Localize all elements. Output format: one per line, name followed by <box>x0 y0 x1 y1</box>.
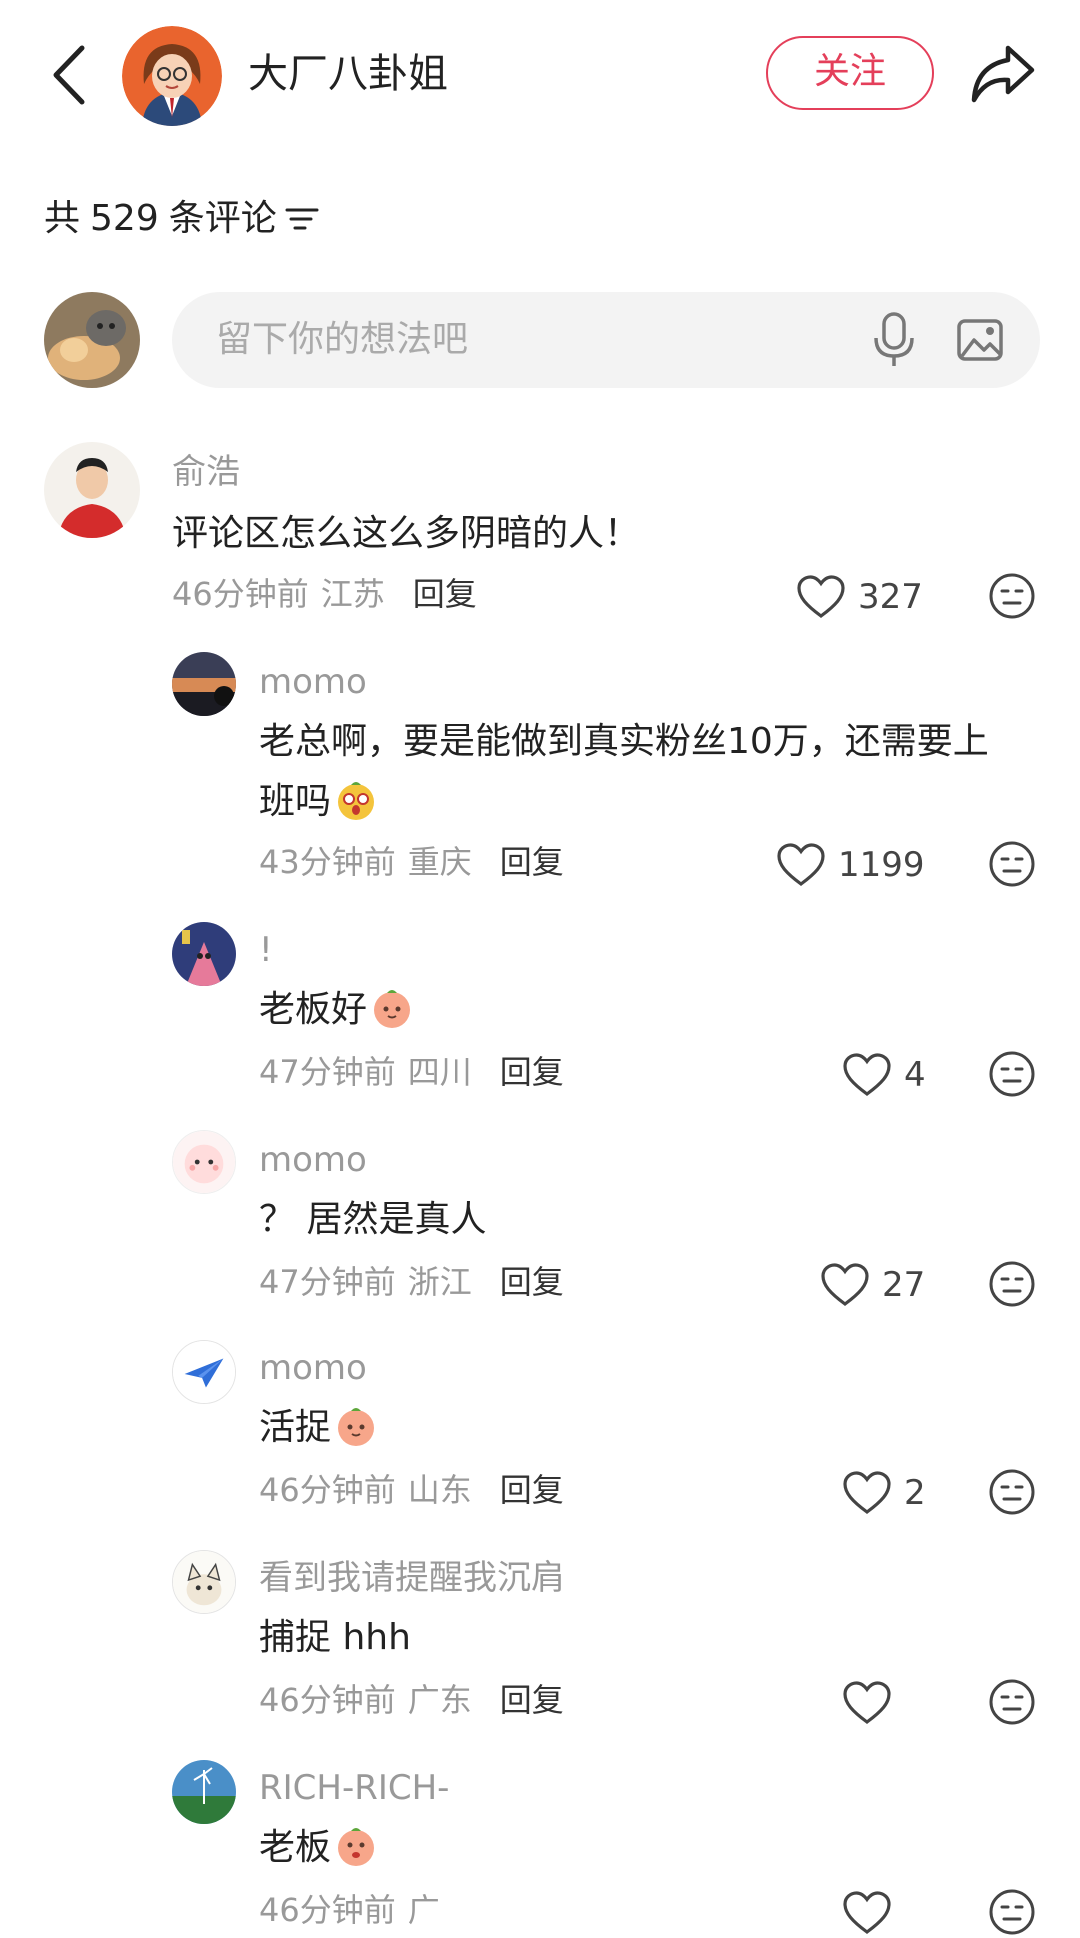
comment-text: 老总啊，要是能做到真实粉丝10万，还需要上 <box>259 721 989 762</box>
peach-emoji-icon <box>338 1828 375 1866</box>
comment-location: 四川 <box>407 1053 472 1091</box>
peach-emoji-icon <box>338 1408 375 1446</box>
image-icon[interactable] <box>956 318 1004 362</box>
heart-icon <box>797 575 845 618</box>
neutral-face-icon[interactable] <box>988 840 1036 888</box>
comment-text: 捕捉 hhh <box>259 1617 411 1658</box>
avatar[interactable] <box>172 652 236 716</box>
surprised-emoji-icon <box>338 782 375 820</box>
comment-location: 江苏 <box>320 575 385 613</box>
author-avatar[interactable] <box>122 26 222 126</box>
like-count: 2 <box>904 1473 926 1513</box>
neutral-face-icon[interactable] <box>988 1260 1036 1308</box>
comment-time: 47分钟前 <box>259 1263 396 1301</box>
like-button[interactable]: 2 <box>842 1468 926 1518</box>
neutral-face-icon[interactable] <box>988 572 1036 620</box>
comment-location: 广 <box>407 1891 440 1929</box>
heart-icon <box>843 1053 891 1096</box>
comment-text: 评论区怎么这么多阴暗的人！ <box>172 513 641 554</box>
comment-time: 46分钟前 <box>259 1891 396 1929</box>
comment-meta: 47分钟前 浙江 回复 <box>259 1260 564 1304</box>
reply-button[interactable]: 回复 <box>500 840 564 884</box>
comment-time: 43分钟前 <box>259 843 396 881</box>
comment-username[interactable]: momo <box>259 1138 367 1182</box>
comment-meta: 46分钟前 广 <box>259 1888 440 1932</box>
like-button[interactable] <box>842 1888 904 1938</box>
like-button[interactable] <box>842 1678 904 1728</box>
avatar[interactable] <box>172 922 236 986</box>
avatar[interactable] <box>172 1760 236 1824</box>
heart-icon <box>843 1681 891 1724</box>
reply-button[interactable]: 回复 <box>500 1468 564 1512</box>
like-button[interactable]: 4 <box>842 1050 926 1100</box>
heart-icon <box>843 1471 891 1514</box>
neutral-face-icon[interactable] <box>988 1468 1036 1516</box>
comment-text: ？ 居然是真人 <box>259 1199 487 1240</box>
comment-username[interactable]: RICH-RICH- <box>259 1766 449 1810</box>
reply-button[interactable]: 回复 <box>500 1050 564 1094</box>
filter-icon[interactable] <box>285 204 319 234</box>
comment-input[interactable]: 留下你的想法吧 <box>172 292 1040 388</box>
heart-icon <box>821 1263 869 1306</box>
comment-username[interactable]: ! <box>259 928 273 972</box>
comment-location: 山东 <box>407 1471 472 1509</box>
like-button[interactable]: 27 <box>820 1260 925 1310</box>
like-button[interactable]: 327 <box>796 572 923 622</box>
comment-username[interactable]: 看到我请提醒我沉肩 <box>259 1556 565 1600</box>
heart-icon <box>843 1891 891 1934</box>
comment-time: 46分钟前 <box>259 1471 396 1509</box>
comment-meta: 46分钟前 广东 回复 <box>259 1678 564 1722</box>
comment-text: 老板 <box>259 1818 377 1878</box>
comment-time: 46分钟前 <box>172 575 309 613</box>
comment-count[interactable]: 共 529 条评论 <box>44 194 319 244</box>
like-count: 4 <box>904 1055 926 1095</box>
reply-button[interactable]: 回复 <box>500 1678 564 1722</box>
like-count: 327 <box>858 577 923 617</box>
comment-meta: 46分钟前 山东 回复 <box>259 1468 564 1512</box>
comment-meta: 46分钟前 江苏 回复 <box>172 572 477 616</box>
heart-icon <box>777 843 825 886</box>
like-count: 1199 <box>838 845 925 885</box>
comment-location: 广东 <box>407 1681 472 1719</box>
comment-input-placeholder: 留下你的想法吧 <box>216 319 469 360</box>
comment-text: 老板好 <box>259 980 413 1040</box>
author-name[interactable]: 大厂八卦姐 <box>248 46 448 102</box>
back-arrow-icon[interactable] <box>40 40 100 110</box>
neutral-face-icon[interactable] <box>988 1050 1036 1098</box>
follow-button[interactable]: 关注 <box>766 36 934 110</box>
comment-meta: 47分钟前 四川 回复 <box>259 1050 564 1094</box>
neutral-face-icon[interactable] <box>988 1678 1036 1726</box>
comment-username[interactable]: momo <box>259 660 367 704</box>
count-prefix: 共 <box>44 198 81 239</box>
comment-meta: 43分钟前 重庆 回复 <box>259 840 564 884</box>
like-button[interactable]: 1199 <box>776 840 925 890</box>
comment-time: 47分钟前 <box>259 1053 396 1091</box>
comment-text: 活捉 <box>259 1398 377 1458</box>
comment-text-continued: 班吗 <box>259 772 377 832</box>
neutral-face-icon[interactable] <box>988 1888 1036 1936</box>
microphone-icon[interactable] <box>872 312 916 368</box>
reply-button[interactable]: 回复 <box>500 1260 564 1304</box>
comment-username[interactable]: 俞浩 <box>172 450 240 494</box>
avatar[interactable] <box>172 1340 236 1404</box>
comment-time: 46分钟前 <box>259 1681 396 1719</box>
comment-location: 重庆 <box>407 843 472 881</box>
share-icon[interactable] <box>968 40 1038 106</box>
peach-emoji-icon <box>374 990 411 1028</box>
like-count: 27 <box>882 1265 926 1305</box>
comment-username[interactable]: momo <box>259 1346 367 1390</box>
my-avatar <box>44 292 140 388</box>
count-suffix: 条评论 <box>168 198 277 239</box>
comment-location: 浙江 <box>407 1263 472 1301</box>
avatar[interactable] <box>172 1550 236 1614</box>
count-number: 529 <box>90 198 159 239</box>
reply-button[interactable]: 回复 <box>413 572 477 616</box>
avatar[interactable] <box>172 1130 236 1194</box>
avatar[interactable] <box>44 442 140 538</box>
